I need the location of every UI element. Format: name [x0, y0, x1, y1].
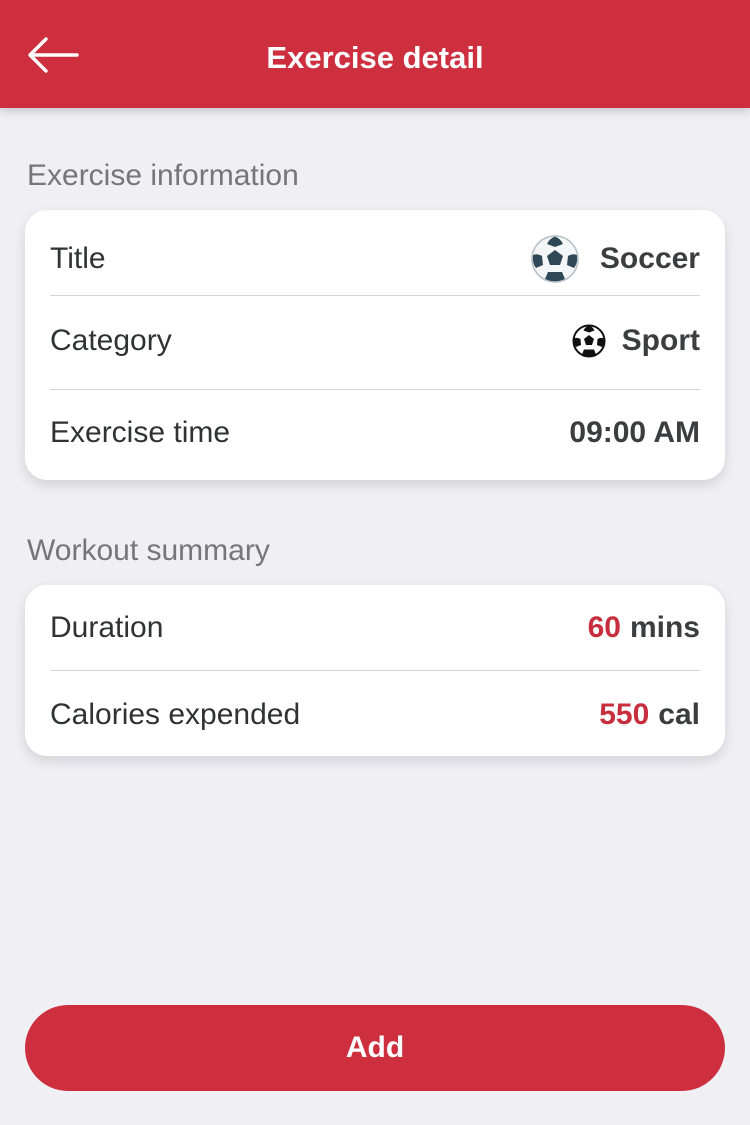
page-title: Exercise detail [266, 40, 484, 75]
exercise-time-row: Exercise time 09:00 AM [50, 412, 700, 454]
exercise-information-card: Title Soccer Category Sport Exercise tim… [25, 210, 725, 480]
category-row: Category Sport [50, 320, 700, 362]
soccer-ball-icon [531, 235, 579, 283]
category-value: Sport [572, 323, 700, 359]
calories-row: Calories expended 550 cal [50, 694, 700, 736]
section-title-workout-summary: Workout summary [27, 534, 270, 567]
workout-summary-card: Duration 60 mins Calories expended 550 c… [25, 585, 725, 756]
calories-number: 550 [599, 698, 650, 731]
duration-value: 60 mins [588, 610, 700, 646]
duration-unit: mins [629, 611, 700, 644]
calories-unit: cal [658, 698, 700, 731]
title-label: Title [50, 242, 106, 275]
exercise-time-value: 09:00 AM [569, 416, 700, 449]
category-label: Category [50, 324, 172, 357]
duration-row: Duration 60 mins [50, 606, 700, 650]
title-row: Title Soccer [50, 230, 700, 288]
section-title-exercise-information: Exercise information [27, 159, 299, 192]
app-header: Exercise detail [0, 0, 750, 108]
duration-number: 60 [587, 611, 621, 644]
divider [50, 295, 700, 296]
calories-label: Calories expended [50, 698, 301, 731]
duration-label: Duration [50, 611, 164, 644]
divider [50, 389, 700, 390]
exercise-time-label: Exercise time [50, 416, 231, 449]
calories-value: 550 cal [599, 697, 700, 733]
title-value: Soccer [530, 234, 700, 284]
add-button[interactable]: Add [25, 1005, 725, 1091]
divider [50, 670, 700, 671]
soccer-ball-icon [572, 324, 606, 358]
